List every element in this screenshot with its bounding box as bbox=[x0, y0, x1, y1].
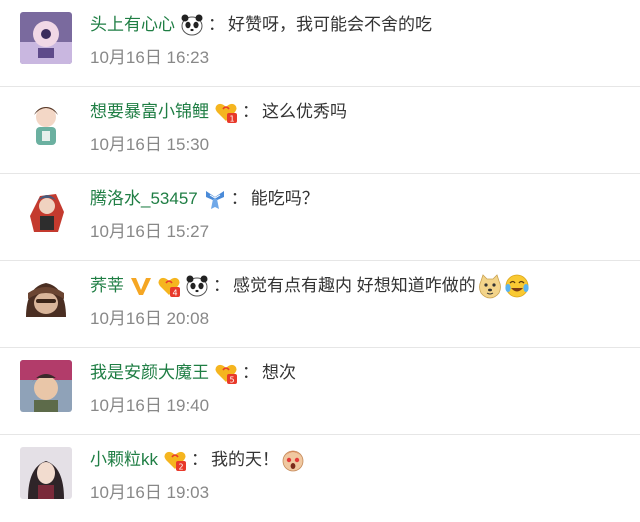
avatar[interactable] bbox=[20, 447, 72, 499]
fan-level-4-icon: 4 bbox=[157, 274, 181, 298]
shocked-emoji-icon bbox=[280, 447, 306, 473]
doge-emoji-icon bbox=[477, 273, 503, 299]
separator: ： bbox=[191, 450, 208, 469]
comment-line: 头上有心心 ： 好赞呀，我可能会不舍的吃 bbox=[90, 10, 432, 40]
avatar[interactable] bbox=[20, 273, 72, 325]
timestamp: 10月16日 19:03 bbox=[90, 483, 210, 502]
comment-item: 头上有心心 ： 好赞呀，我可能会不舍的吃 10月16日 16:23 bbox=[0, 0, 640, 87]
comment-text: 能吃吗？ bbox=[250, 189, 319, 208]
separator: ： bbox=[242, 102, 259, 121]
comment-item: 小颗粒kk 2 ： 我的天！ 10月16日 19:03 bbox=[0, 435, 640, 522]
avatar[interactable] bbox=[20, 12, 72, 64]
separator: ： bbox=[242, 363, 259, 382]
comment-item: 我是安颜大魔王 5 ： 想次 10月16日 19:40 bbox=[0, 348, 640, 435]
separator: ： bbox=[230, 189, 248, 208]
username[interactable]: 想要暴富小锦鲤 bbox=[90, 97, 209, 127]
comment-text: 我的天！ bbox=[211, 450, 279, 469]
comment-line: 小颗粒kk 2 ： 我的天！ bbox=[90, 445, 306, 475]
username[interactable]: 腾洛水_53457 bbox=[90, 184, 198, 214]
separator: ： bbox=[213, 276, 230, 295]
timestamp: 10月16日 15:30 bbox=[90, 135, 210, 154]
comment-text: 想次 bbox=[262, 363, 296, 382]
comment-line: 荞莘 4 ： 感觉有点有趣内 好想知道咋做的 bbox=[90, 271, 530, 301]
avatar[interactable] bbox=[20, 99, 72, 151]
verified-v-icon bbox=[129, 274, 153, 298]
comment-item: 腾洛水_53457 ： 能吃吗？ 10月16日 15:27 bbox=[0, 174, 640, 261]
comment-line: 腾洛水_53457 ： 能吃吗？ bbox=[90, 184, 319, 214]
timestamp: 10月16日 19:40 bbox=[90, 396, 210, 415]
laugh-cry-emoji-icon bbox=[504, 273, 530, 299]
comment-text: 这么优秀吗 bbox=[262, 102, 347, 121]
timestamp: 10月16日 20:08 bbox=[90, 309, 210, 328]
comment-item: 荞莘 4 ： 感觉有点有趣内 好想知道咋做的 10月16日 20:08 bbox=[0, 261, 640, 348]
timestamp: 10月16日 15:27 bbox=[90, 222, 210, 241]
username[interactable]: 小颗粒kk bbox=[90, 445, 158, 475]
avatar[interactable] bbox=[20, 360, 72, 412]
svg-text:5: 5 bbox=[229, 376, 234, 385]
comment-text: 感觉有点有趣内 好想知道咋做的 bbox=[233, 276, 476, 295]
tie-badge-icon bbox=[203, 187, 227, 211]
separator: ： bbox=[208, 15, 225, 34]
svg-text:2: 2 bbox=[178, 463, 183, 472]
comment-line: 我是安颜大魔王 5 ： 想次 bbox=[90, 358, 296, 388]
comment-text: 好赞呀，我可能会不舍的吃 bbox=[228, 15, 432, 34]
username[interactable]: 头上有心心 bbox=[90, 10, 175, 40]
comment-line: 想要暴富小锦鲤 1 ： 这么优秀吗 bbox=[90, 97, 347, 127]
fan-level-2-icon: 2 bbox=[163, 448, 187, 472]
username[interactable]: 荞莘 bbox=[90, 271, 124, 301]
timestamp: 10月16日 16:23 bbox=[90, 48, 210, 67]
fan-level-5-icon: 5 bbox=[214, 361, 238, 385]
panda-icon bbox=[180, 13, 204, 37]
comment-item: 想要暴富小锦鲤 1 ： 这么优秀吗 10月16日 15:30 bbox=[0, 87, 640, 174]
fan-level-1-icon: 1 bbox=[214, 100, 238, 124]
svg-text:1: 1 bbox=[229, 115, 234, 124]
avatar[interactable] bbox=[20, 186, 72, 238]
comment-feed: 头上有心心 ： 好赞呀，我可能会不舍的吃 10月16日 16:23 想要暴富小锦… bbox=[0, 0, 640, 521]
panda-icon bbox=[185, 274, 209, 298]
svg-text:4: 4 bbox=[172, 289, 177, 298]
username[interactable]: 我是安颜大魔王 bbox=[90, 358, 209, 388]
